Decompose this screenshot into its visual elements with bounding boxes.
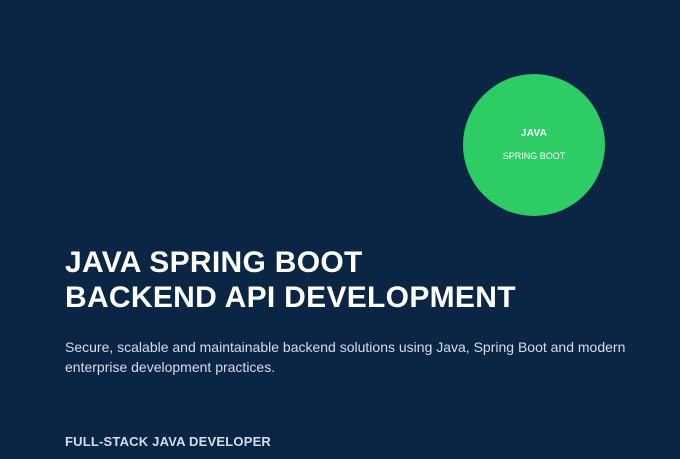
role-label: FULL-STACK JAVA DEVELOPER [65,434,272,449]
badge-title: JAVA [521,128,547,139]
headline-line-1: JAVA SPRING BOOT [65,246,363,279]
page: { "badge": { "title": "JAVA", "subtitle"… [0,0,680,459]
page-headline: JAVA SPRING BOOT BACKEND API DEVELOPMENT [65,245,516,315]
service-description: Secure, scalable and maintainable backen… [65,339,626,375]
headline-line-2: BACKEND API DEVELOPMENT [65,281,516,314]
technology-badge: JAVA SPRING BOOT [463,74,605,216]
badge-subtitle: SPRING BOOT [502,151,566,161]
